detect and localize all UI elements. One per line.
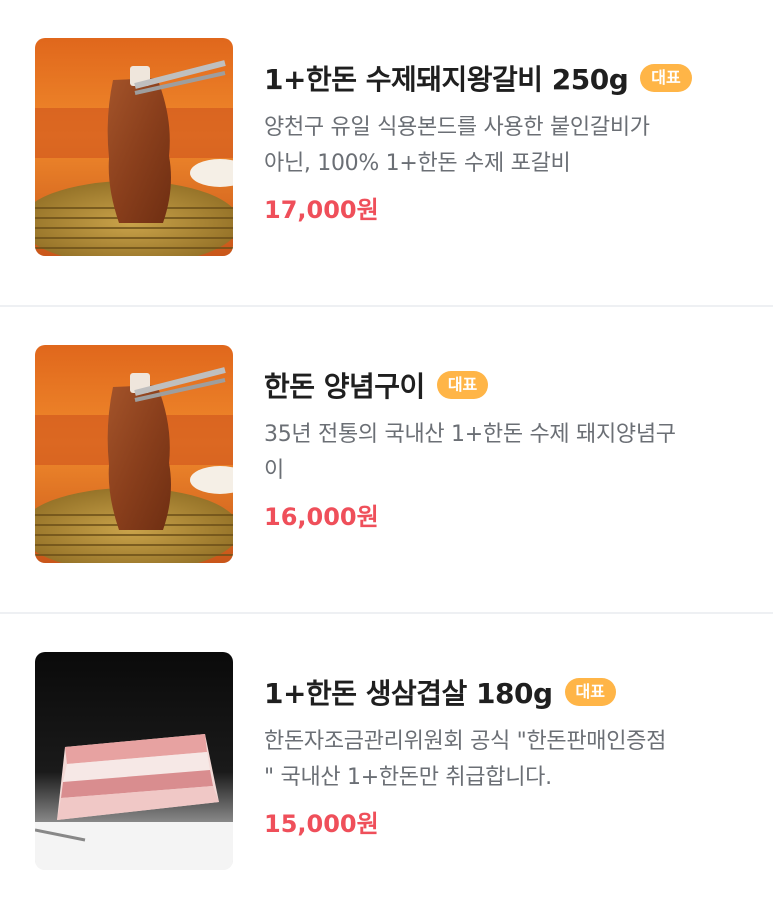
pork-belly-photo: [35, 652, 233, 870]
signature-badge: 대표: [640, 64, 692, 92]
menu-item-title: 한돈 양념구이: [264, 370, 425, 403]
menu-item-info: 한돈 양념구이 대표 35년 전통의 국내산 1+한돈 수제 돼지양념구 이 1…: [264, 363, 753, 532]
menu-item-price: 17,000원: [264, 196, 379, 224]
menu-item-price: 15,000원: [264, 810, 379, 838]
grilled-galbi-photo: [35, 345, 233, 563]
menu-item[interactable]: 1+한돈 생삼겹살 180g 대표 한돈자조금관리위원회 공식 "한돈판매인증점…: [0, 614, 773, 905]
menu-item-price: 16,000원: [264, 503, 379, 531]
menu-item-title: 1+한돈 수제돼지왕갈비 250g: [264, 63, 629, 96]
menu-item-info: 1+한돈 생삼겹살 180g 대표 한돈자조금관리위원회 공식 "한돈판매인증점…: [264, 670, 753, 839]
grilled-galbi-photo: [35, 38, 233, 256]
menu-item-info: 1+한돈 수제돼지왕갈비 250g 대표 양천구 유일 식용본드를 사용한 붙인…: [264, 56, 753, 225]
menu-item-title: 1+한돈 생삼겹살 180g: [264, 677, 553, 710]
menu-item[interactable]: 1+한돈 수제돼지왕갈비 250g 대표 양천구 유일 식용본드를 사용한 붙인…: [0, 0, 773, 307]
menu-item[interactable]: 한돈 양념구이 대표 35년 전통의 국내산 1+한돈 수제 돼지양념구 이 1…: [0, 307, 773, 614]
menu-item-description: 35년 전통의 국내산 1+한돈 수제 돼지양념구 이: [264, 422, 676, 483]
menu-list: 1+한돈 수제돼지왕갈비 250g 대표 양천구 유일 식용본드를 사용한 붙인…: [0, 0, 773, 905]
signature-badge: 대표: [436, 371, 489, 399]
menu-item-description: 양천구 유일 식용본드를 사용한 붙인갈비가 아닌, 100% 1+한돈 수제 …: [264, 115, 650, 176]
signature-badge: 대표: [564, 678, 616, 706]
menu-item-description: 한돈자조금관리위원회 공식 "한돈판매인증점 " 국내산 1+한돈만 취급합니다…: [264, 729, 667, 790]
